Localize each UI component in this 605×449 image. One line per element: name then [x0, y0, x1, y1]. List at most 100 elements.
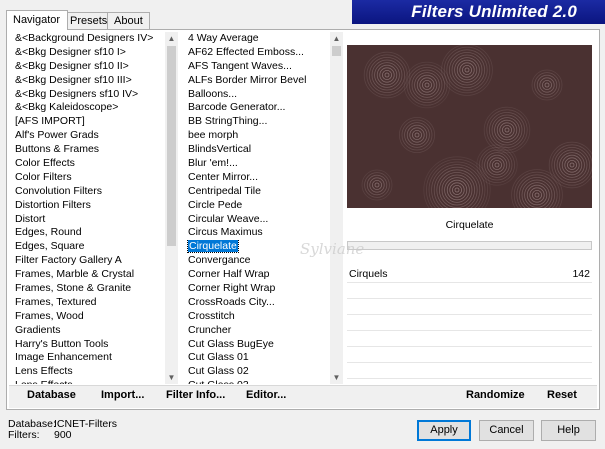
category-scrollbar[interactable]: ▲ ▼	[165, 32, 178, 384]
filter-item[interactable]: Blur 'em!...	[185, 157, 329, 171]
filter-item-label: Circus Maximus	[188, 226, 263, 239]
category-item[interactable]: Gradients	[12, 324, 164, 338]
parameter-row[interactable]	[347, 363, 592, 379]
category-item-label: &<Bkg Designer sf10 II>	[15, 59, 129, 72]
filters-count: 900	[54, 429, 72, 441]
filter-item-label: ALFs Border Mirror Bevel	[188, 73, 307, 86]
filter-item[interactable]: ALFs Border Mirror Bevel	[185, 74, 329, 88]
category-item[interactable]: &<Bkg Designer sf10 I>	[12, 46, 164, 60]
filter-scrollbar[interactable]: ▲ ▼	[330, 32, 343, 384]
scroll-down-icon[interactable]: ▼	[165, 371, 178, 384]
category-item-label: &<Background Designers IV>	[15, 32, 154, 44]
filter-item[interactable]: Cut Glass BugEye	[185, 338, 329, 352]
category-item[interactable]: Distortion Filters	[12, 199, 164, 213]
filter-item-label: AF62 Effected Emboss...	[188, 45, 304, 58]
category-item-label: Distort	[15, 212, 46, 225]
scroll-up-icon[interactable]: ▲	[165, 32, 178, 45]
category-item[interactable]: [AFS IMPORT]	[12, 115, 164, 129]
category-item[interactable]: Buttons & Frames	[12, 143, 164, 157]
category-item-label: Lens Effects	[15, 379, 73, 384]
randomize-button[interactable]: Randomize	[466, 389, 525, 401]
filter-item[interactable]: Barcode Generator...	[185, 101, 329, 115]
navigator-panel: &<Background Designers IV> &<Bkg Designer…	[6, 29, 600, 410]
category-item[interactable]: Color Filters	[12, 171, 164, 185]
filter-info-button[interactable]: Filter Info...	[166, 389, 225, 401]
category-item[interactable]: &<Background Designers IV>	[12, 32, 164, 46]
category-item[interactable]: Frames, Wood	[12, 310, 164, 324]
filter-item[interactable]: AFS Tangent Waves...	[185, 60, 329, 74]
filter-item[interactable]: Balloons...	[185, 88, 329, 102]
category-item[interactable]: Image Enhancement	[12, 351, 164, 365]
category-item[interactable]: Convolution Filters	[12, 185, 164, 199]
filter-list[interactable]: 4 Way Average AF62 Effected Emboss... AFS …	[185, 32, 343, 384]
category-item[interactable]: Harry's Button Tools	[12, 338, 164, 352]
filter-item[interactable]: AF62 Effected Emboss...	[185, 46, 329, 60]
scroll-up-icon[interactable]: ▲	[330, 32, 343, 45]
parameter-row[interactable]	[347, 331, 592, 347]
category-item[interactable]: Lens Effects	[12, 379, 164, 384]
help-button[interactable]: Help	[541, 420, 596, 441]
category-item[interactable]: Color Effects	[12, 157, 164, 171]
filter-item-label: Centripedal Tile	[188, 184, 261, 197]
apply-button[interactable]: Apply	[417, 420, 471, 441]
filter-item[interactable]: Cut Glass 03	[185, 379, 329, 384]
category-item[interactable]: Frames, Marble & Crystal	[12, 268, 164, 282]
category-item-label: [AFS IMPORT]	[15, 115, 85, 128]
filter-item[interactable]: Circular Weave...	[185, 213, 329, 227]
cancel-button[interactable]: Cancel	[479, 420, 534, 441]
tab-about[interactable]: About	[107, 12, 150, 29]
filter-item[interactable]: bee morph	[185, 129, 329, 143]
category-item-label: Lens Effects	[15, 365, 73, 378]
filter-item-label: bee morph	[188, 129, 239, 142]
category-item[interactable]: &<Bkg Designer sf10 III>	[12, 74, 164, 88]
filter-item[interactable]: BB StringThing...	[185, 115, 329, 129]
parameter-row[interactable]	[347, 315, 592, 331]
filter-item[interactable]: Circus Maximus	[185, 226, 329, 240]
category-item[interactable]: Filter Factory Gallery A	[12, 254, 164, 268]
filter-item[interactable]: Cut Glass 02	[185, 365, 329, 379]
filter-item[interactable]: 4 Way Average	[185, 32, 329, 46]
filter-item-label: Center Mirror...	[188, 170, 259, 183]
panel-footer: Database Import... Filter Info... Editor…	[9, 385, 597, 408]
watermark: Sylviane	[300, 240, 365, 258]
filter-item[interactable]: CrossRoads City...	[185, 296, 329, 310]
filter-item[interactable]: Center Mirror...	[185, 171, 329, 185]
category-item-label: &<Bkg Designers sf10 IV>	[15, 87, 139, 100]
category-item[interactable]: &<Bkg Designers sf10 IV>	[12, 88, 164, 102]
category-item[interactable]: &<Bkg Designer sf10 II>	[12, 60, 164, 74]
reset-button[interactable]: Reset	[547, 389, 577, 401]
category-item[interactable]: Frames, Textured	[12, 296, 164, 310]
filter-item[interactable]: Corner Half Wrap	[185, 268, 329, 282]
tab-navigator[interactable]: Navigator	[6, 10, 68, 30]
scroll-thumb[interactable]	[332, 46, 341, 56]
category-item[interactable]: Lens Effects	[12, 365, 164, 379]
filter-item[interactable]: Circle Pede	[185, 199, 329, 213]
category-item[interactable]: Frames, Stone & Granite	[12, 282, 164, 296]
editor-button[interactable]: Editor...	[246, 389, 286, 401]
parameter-row[interactable]	[347, 283, 592, 299]
filter-item[interactable]: Crosstitch	[185, 310, 329, 324]
category-list[interactable]: &<Background Designers IV> &<Bkg Designer…	[12, 32, 178, 384]
category-item[interactable]: Distort	[12, 213, 164, 227]
filter-item[interactable]: Centripedal Tile	[185, 185, 329, 199]
category-item-label: Frames, Wood	[15, 309, 84, 322]
category-item[interactable]: Edges, Square	[12, 240, 164, 254]
filter-item[interactable]: Cut Glass 01	[185, 351, 329, 365]
scroll-down-icon[interactable]: ▼	[330, 371, 343, 384]
category-item-label: Convolution Filters	[15, 184, 102, 197]
parameter-row[interactable]	[347, 347, 592, 363]
scroll-thumb[interactable]	[167, 46, 176, 246]
category-item[interactable]: Alf's Power Grads	[12, 129, 164, 143]
filter-item[interactable]: Cruncher	[185, 324, 329, 338]
import-button[interactable]: Import...	[101, 389, 144, 401]
database-button[interactable]: Database	[27, 389, 76, 401]
filter-item[interactable]: Corner Right Wrap	[185, 282, 329, 296]
tab-presets[interactable]: Presets	[63, 12, 109, 29]
parameter-row[interactable]: Cirquels 142	[347, 267, 592, 283]
category-item-label: Frames, Textured	[15, 295, 97, 308]
filter-item[interactable]: BlindsVertical	[185, 143, 329, 157]
category-item[interactable]: Edges, Round	[12, 226, 164, 240]
category-item[interactable]: &<Bkg Kaleidoscope>	[12, 101, 164, 115]
parameter-row[interactable]	[347, 299, 592, 315]
filter-item-label: Cut Glass 01	[188, 351, 249, 364]
